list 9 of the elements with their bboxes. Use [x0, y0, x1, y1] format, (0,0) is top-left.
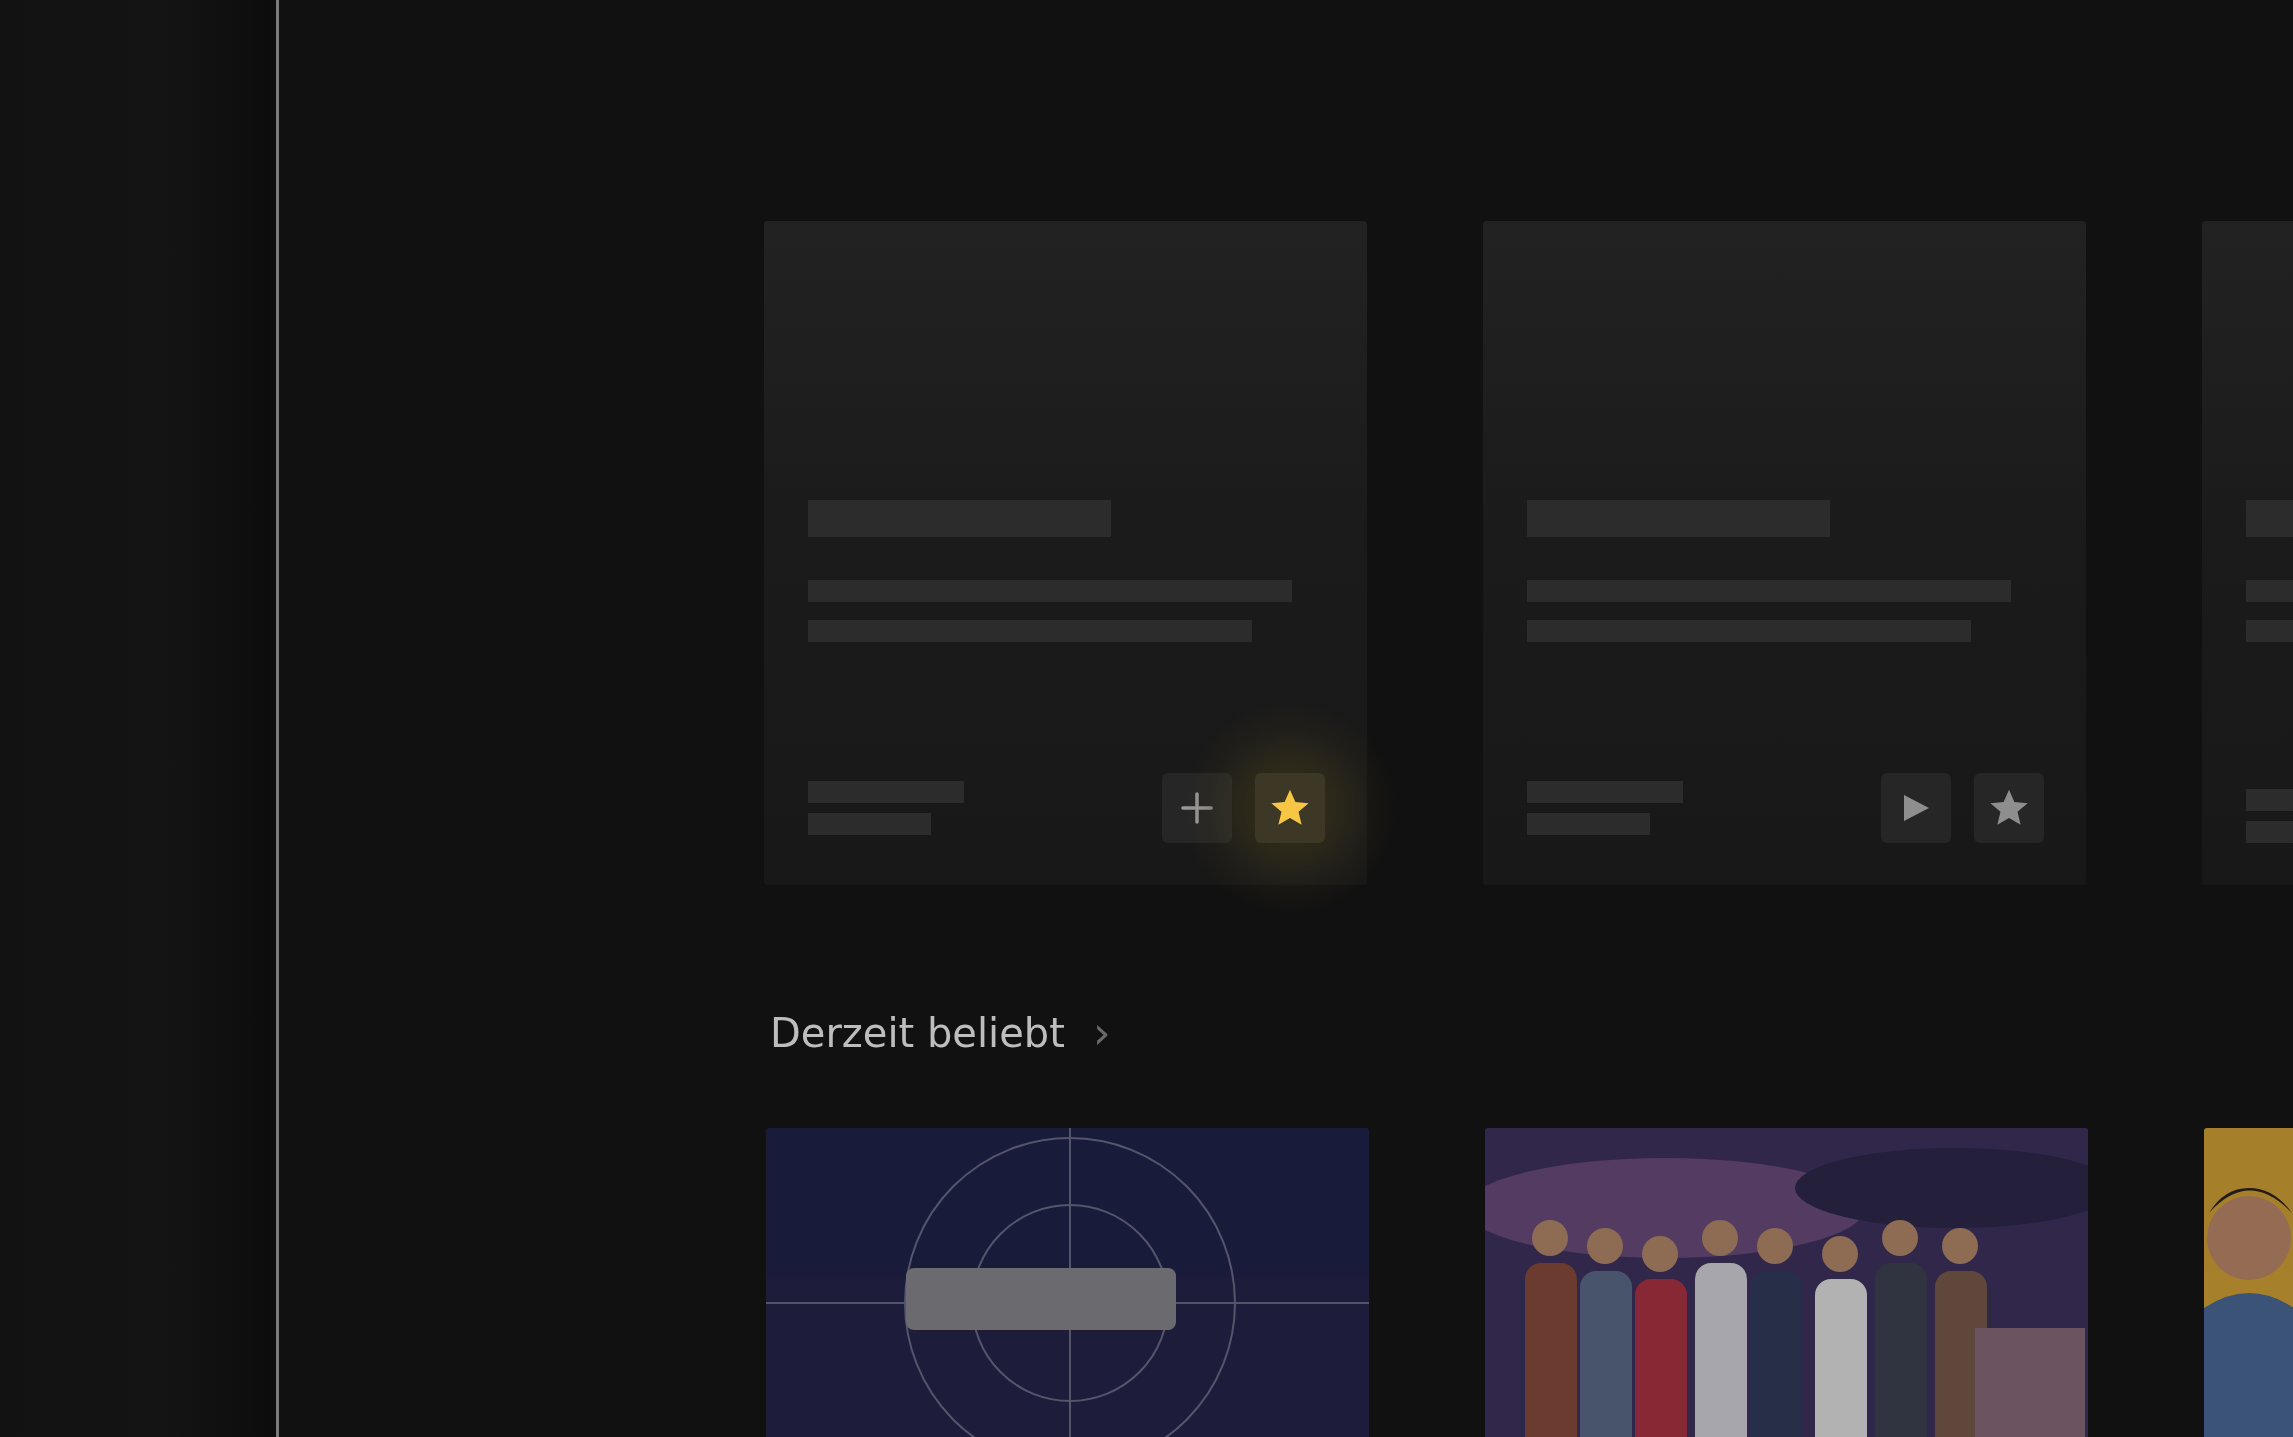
- plus-icon: [1180, 791, 1214, 825]
- star-icon: [1988, 788, 2030, 828]
- play-button[interactable]: [1881, 773, 1951, 843]
- play-icon: [1902, 793, 1930, 823]
- star-icon: [1269, 788, 1311, 828]
- add-button[interactable]: [1162, 773, 1232, 843]
- favorite-button[interactable]: [1974, 773, 2044, 843]
- favorite-button[interactable]: [1255, 773, 1325, 843]
- section-title[interactable]: Derzeit beliebt: [770, 1010, 1065, 1056]
